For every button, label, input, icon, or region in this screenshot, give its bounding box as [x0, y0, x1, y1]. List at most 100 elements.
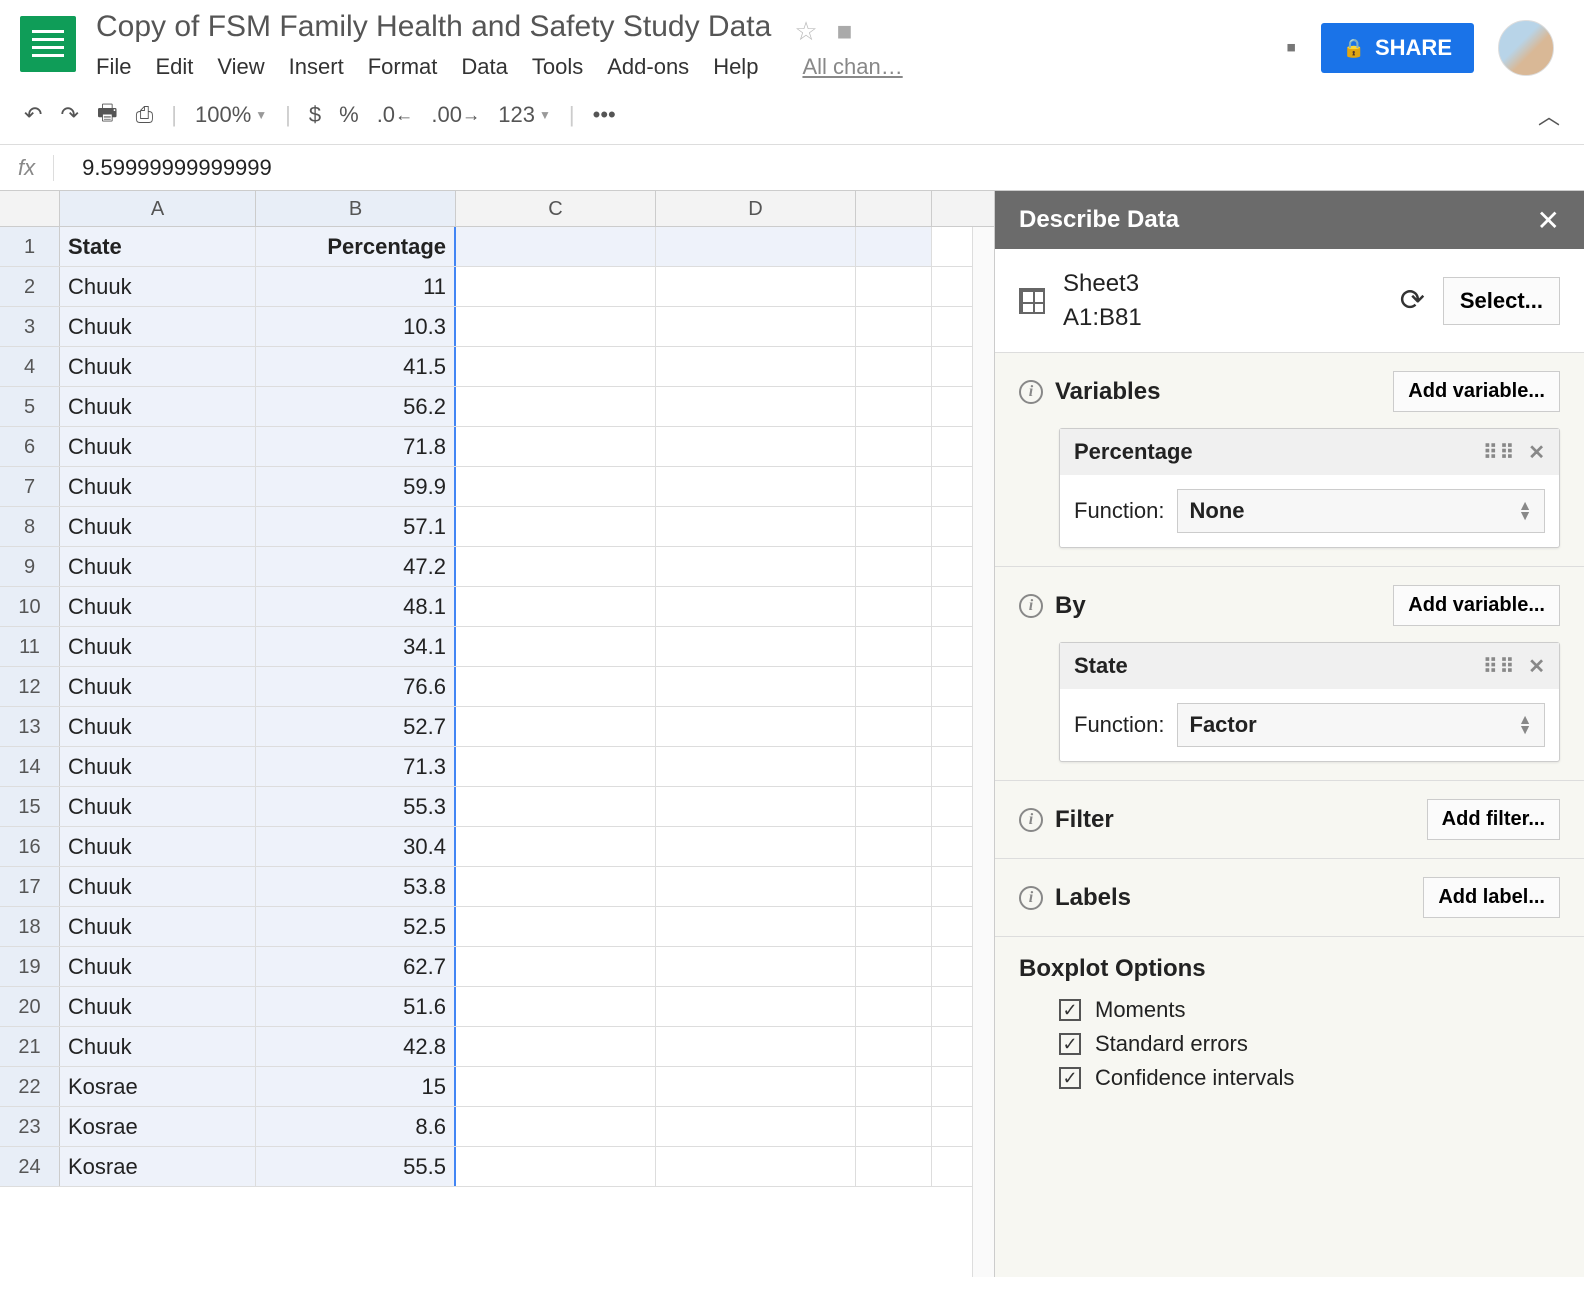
- cell[interactable]: 71.3: [256, 747, 456, 786]
- cell[interactable]: [656, 587, 856, 626]
- cell[interactable]: Chuuk: [60, 547, 256, 586]
- row-header[interactable]: 16: [0, 827, 60, 866]
- row-header[interactable]: 6: [0, 427, 60, 466]
- cell[interactable]: [456, 707, 656, 746]
- row-header[interactable]: 2: [0, 267, 60, 306]
- cell[interactable]: [656, 227, 856, 266]
- cell[interactable]: [656, 747, 856, 786]
- cell[interactable]: [456, 1027, 656, 1066]
- cell[interactable]: [856, 987, 932, 1026]
- cell[interactable]: [856, 307, 932, 346]
- cell[interactable]: 71.8: [256, 427, 456, 466]
- avatar[interactable]: [1498, 20, 1554, 76]
- row-header[interactable]: 19: [0, 947, 60, 986]
- remove-variable-icon[interactable]: ✕: [1528, 440, 1545, 465]
- cell[interactable]: Kosrae: [60, 1107, 256, 1146]
- cell[interactable]: 62.7: [256, 947, 456, 986]
- cell[interactable]: [456, 267, 656, 306]
- redo-button[interactable]: ↷: [60, 102, 78, 128]
- cell[interactable]: [456, 507, 656, 546]
- cell[interactable]: Chuuk: [60, 627, 256, 666]
- cell[interactable]: [656, 467, 856, 506]
- print-button[interactable]: 🖶: [97, 96, 118, 134]
- cell[interactable]: [656, 307, 856, 346]
- info-icon[interactable]: i: [1019, 594, 1043, 618]
- cell[interactable]: [856, 467, 932, 506]
- cell[interactable]: [456, 427, 656, 466]
- row-header[interactable]: 3: [0, 307, 60, 346]
- cell[interactable]: 30.4: [256, 827, 456, 866]
- menu-help[interactable]: Help: [713, 54, 758, 80]
- cell[interactable]: [456, 1107, 656, 1146]
- menu-format[interactable]: Format: [368, 54, 438, 80]
- cell[interactable]: [656, 547, 856, 586]
- cell[interactable]: 52.7: [256, 707, 456, 746]
- cell[interactable]: [856, 347, 932, 386]
- add-by-variable-button[interactable]: Add variable...: [1393, 585, 1560, 626]
- decrease-decimal-button[interactable]: .0←: [377, 102, 414, 128]
- cell[interactable]: [456, 1147, 656, 1186]
- cell[interactable]: [456, 667, 656, 706]
- menu-addons[interactable]: Add-ons: [607, 54, 689, 80]
- cell[interactable]: [656, 1147, 856, 1186]
- menu-data[interactable]: Data: [461, 54, 507, 80]
- cell[interactable]: [856, 227, 932, 266]
- row-header[interactable]: 20: [0, 987, 60, 1026]
- cell[interactable]: [656, 507, 856, 546]
- cell[interactable]: Chuuk: [60, 507, 256, 546]
- cell[interactable]: [656, 267, 856, 306]
- cell[interactable]: Chuuk: [60, 787, 256, 826]
- cell[interactable]: [856, 627, 932, 666]
- drag-icon[interactable]: ⠿⠿: [1483, 654, 1516, 679]
- increase-decimal-button[interactable]: .00→: [431, 102, 480, 128]
- cell[interactable]: 59.9: [256, 467, 456, 506]
- row-header[interactable]: 12: [0, 667, 60, 706]
- formula-value[interactable]: 9.59999999999999: [82, 155, 272, 181]
- cell[interactable]: Chuuk: [60, 427, 256, 466]
- cell[interactable]: 55.3: [256, 787, 456, 826]
- share-button[interactable]: 🔒 SHARE: [1321, 23, 1474, 73]
- more-button[interactable]: •••: [593, 102, 616, 128]
- cell[interactable]: [856, 707, 932, 746]
- cell[interactable]: [856, 1147, 932, 1186]
- paint-format-button[interactable]: ⎙: [136, 102, 154, 128]
- cell[interactable]: Kosrae: [60, 1067, 256, 1106]
- info-icon[interactable]: i: [1019, 380, 1043, 404]
- cell[interactable]: Chuuk: [60, 747, 256, 786]
- cell[interactable]: [656, 827, 856, 866]
- remove-variable-icon[interactable]: ✕: [1528, 654, 1545, 679]
- cell[interactable]: [856, 587, 932, 626]
- cell[interactable]: [656, 427, 856, 466]
- row-header[interactable]: 9: [0, 547, 60, 586]
- cell[interactable]: State: [60, 227, 256, 266]
- cell[interactable]: 42.8: [256, 1027, 456, 1066]
- currency-button[interactable]: $: [309, 102, 321, 128]
- menu-tools[interactable]: Tools: [532, 54, 583, 80]
- cell[interactable]: Percentage: [256, 227, 456, 266]
- cell[interactable]: [856, 1067, 932, 1106]
- row-header[interactable]: 13: [0, 707, 60, 746]
- menu-file[interactable]: File: [96, 54, 131, 80]
- cell[interactable]: [656, 707, 856, 746]
- zoom-select[interactable]: 100% ▼: [195, 102, 267, 128]
- row-header[interactable]: 5: [0, 387, 60, 426]
- row-header[interactable]: 8: [0, 507, 60, 546]
- cell[interactable]: [456, 747, 656, 786]
- cell[interactable]: Chuuk: [60, 947, 256, 986]
- cell[interactable]: 47.2: [256, 547, 456, 586]
- cell[interactable]: 8.6: [256, 1107, 456, 1146]
- cell[interactable]: [456, 347, 656, 386]
- row-header[interactable]: 4: [0, 347, 60, 386]
- cell[interactable]: 52.5: [256, 907, 456, 946]
- number-format-button[interactable]: 123 ▼: [498, 102, 551, 128]
- cell[interactable]: [456, 627, 656, 666]
- cell[interactable]: Chuuk: [60, 267, 256, 306]
- cell[interactable]: Chuuk: [60, 587, 256, 626]
- cell[interactable]: [656, 627, 856, 666]
- cell[interactable]: [656, 347, 856, 386]
- cell[interactable]: [856, 1027, 932, 1066]
- row-header[interactable]: 7: [0, 467, 60, 506]
- cell[interactable]: [456, 547, 656, 586]
- row-header[interactable]: 22: [0, 1067, 60, 1106]
- checkbox-standard-errors[interactable]: ✓ Standard errors: [1059, 1031, 1560, 1057]
